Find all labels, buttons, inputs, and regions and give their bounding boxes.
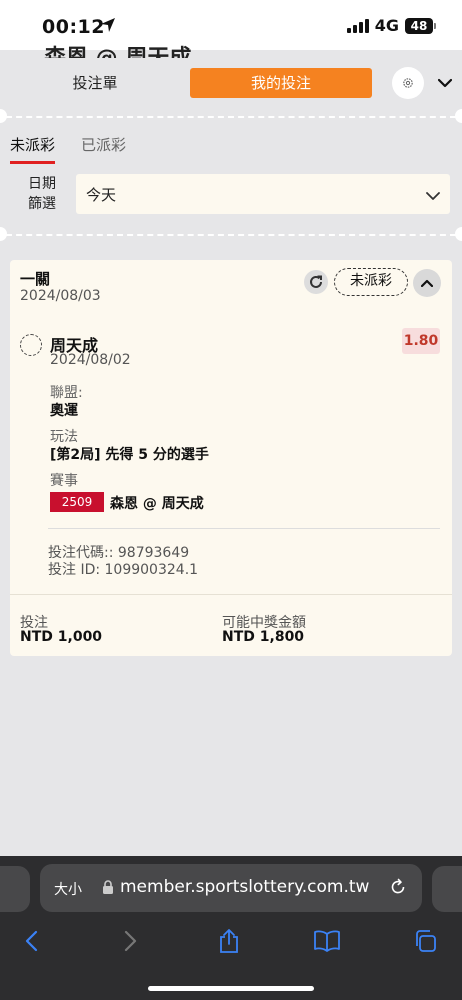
- stake-value: NTD 1,000: [20, 629, 103, 645]
- event-code-badge: 2509: [50, 492, 104, 512]
- divider: [6, 116, 456, 118]
- previous-tab-preview[interactable]: [0, 866, 30, 912]
- tabs-icon: [416, 930, 436, 952]
- league-value: 奧運: [50, 403, 78, 419]
- back-button[interactable]: [16, 926, 46, 956]
- lock-icon: [102, 879, 114, 898]
- chevron-down-icon: [426, 186, 440, 205]
- bet-card: 一關 2024/08/03 未派彩 周天成 2024/08/02 1.80 聯盟…: [10, 260, 452, 656]
- address-bar[interactable]: 大小 member.sportslottery.com.tw: [40, 864, 422, 912]
- status-subtabs: 未派彩 已派彩: [10, 134, 126, 164]
- status-badge: 未派彩: [334, 268, 408, 296]
- bet-type: 一關: [20, 270, 51, 288]
- collapse-card-button[interactable]: [413, 269, 441, 297]
- chevron-down-icon: [438, 78, 452, 88]
- share-icon: [220, 929, 238, 953]
- tabs-button[interactable]: [410, 926, 440, 956]
- home-indicator: [148, 986, 314, 991]
- date-filter: 日期篩選 今天: [0, 170, 462, 216]
- chevron-up-icon: [421, 279, 433, 287]
- sheet-tabs: 投注單 我的投注: [0, 66, 462, 102]
- reload-icon: [391, 878, 405, 894]
- payout-value: NTD 1,800: [222, 629, 305, 645]
- bet-sheet: 投注單 我的投注 未派彩 已派彩 日期篩選 今天 一關 2024/08/03 未…: [0, 58, 462, 858]
- refresh-button[interactable]: [304, 270, 328, 294]
- tab-my-bets[interactable]: 我的投注: [190, 68, 372, 98]
- gear-icon: [403, 78, 413, 88]
- pending-status-icon: [20, 334, 42, 356]
- tab-unsettled[interactable]: 未派彩: [10, 134, 56, 164]
- battery-icon: 48: [405, 17, 436, 34]
- status-right: 4G 48: [346, 16, 436, 35]
- reload-button[interactable]: [388, 877, 408, 901]
- network-type: 4G: [374, 16, 399, 35]
- tab-settled[interactable]: 已派彩: [81, 134, 126, 164]
- forward-button[interactable]: [116, 926, 146, 956]
- event-label: 賽事: [50, 473, 78, 489]
- refresh-icon: [310, 275, 322, 288]
- text-size-button[interactable]: 大小: [54, 879, 82, 899]
- date-filter-value: 今天: [86, 186, 117, 204]
- league-label: 聯盟:: [50, 385, 83, 401]
- chevron-left-icon: [25, 930, 38, 952]
- bet-date: 2024/08/03: [20, 288, 101, 304]
- odds-badge: 1.80: [402, 328, 440, 354]
- market-label: 玩法: [50, 429, 78, 445]
- status-time: 00:12: [42, 16, 105, 38]
- signal-icon: [346, 18, 369, 33]
- collapse-sheet-button[interactable]: [434, 72, 456, 94]
- bet-id: 投注 ID: 109900324.1: [48, 562, 199, 578]
- battery-level: 48: [405, 17, 433, 34]
- chevron-right-icon: [124, 930, 137, 952]
- tab-bet-slip[interactable]: 投注單: [40, 68, 150, 98]
- status-bar: 00:12 4G 48: [0, 0, 462, 50]
- market-value: [第2局] 先得 5 分的選手: [50, 447, 209, 463]
- selection-date: 2024/08/02: [50, 352, 131, 368]
- location-arrow-icon: [100, 17, 116, 37]
- url-text: member.sportslottery.com.tw: [120, 877, 370, 897]
- date-filter-select[interactable]: 今天: [76, 174, 450, 214]
- next-tab-preview[interactable]: [432, 866, 462, 912]
- book-icon: [314, 930, 340, 952]
- divider: [10, 594, 452, 595]
- share-button[interactable]: [214, 926, 244, 956]
- event-name: 森恩 @ 周天成: [110, 496, 204, 512]
- browser-bar: 大小 member.sportslottery.com.tw: [0, 856, 462, 1000]
- settings-button[interactable]: [392, 67, 424, 99]
- bookmarks-button[interactable]: [312, 926, 342, 956]
- divider: [6, 234, 456, 236]
- divider: [48, 528, 440, 529]
- date-filter-label: 日期篩選: [28, 176, 56, 212]
